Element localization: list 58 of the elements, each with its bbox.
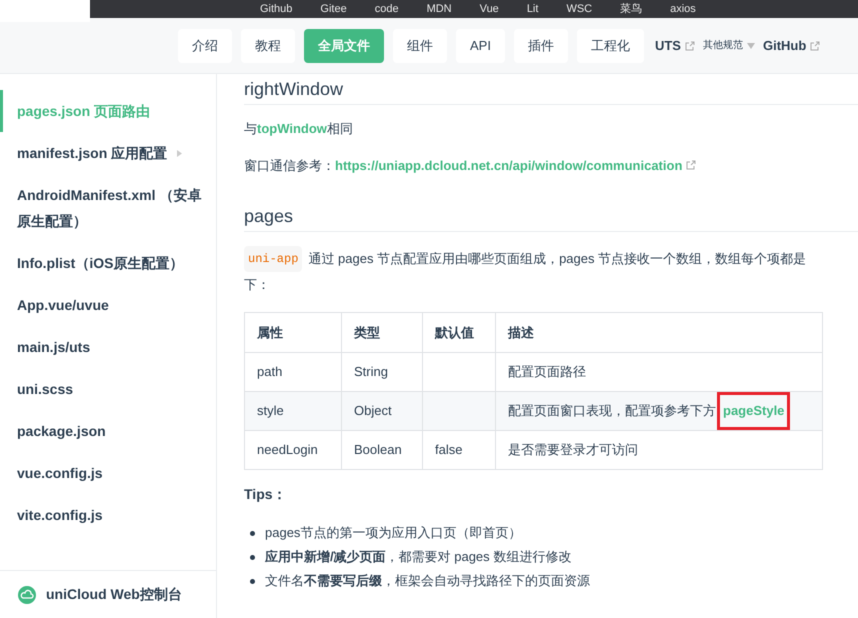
nav-link[interactable]: 其他规范 xyxy=(702,38,755,53)
nav-link[interactable]: UTS xyxy=(654,36,695,56)
table-cell: false xyxy=(422,430,496,470)
nav-tab[interactable]: 组件 xyxy=(393,28,447,62)
bullet-icon xyxy=(250,530,255,536)
section-heading: rightWindow xyxy=(244,74,858,105)
sidebar-item[interactable]: Info.plist（iOS原生配置） xyxy=(0,242,216,284)
column-header: 属性 xyxy=(244,312,342,352)
nav-tab[interactable]: 介绍 xyxy=(178,28,232,62)
section-heading: pages xyxy=(244,203,858,232)
list-item: 文件名不需要写后缀，框架会自动寻找路径下的页面资源 xyxy=(265,572,590,590)
cell-text: 配置页面窗口表现，配置项参考下方 xyxy=(508,402,716,420)
table-cell: needLogin xyxy=(244,430,342,470)
list-item: pages节点的第一项为应用入口页（即首页） xyxy=(265,524,522,542)
console-link[interactable]: uniCloud Web控制台 xyxy=(0,570,216,618)
table-cell: style xyxy=(244,392,342,430)
table-cell: Object xyxy=(342,392,422,430)
external-link-icon xyxy=(810,40,820,50)
external-link-icon xyxy=(684,40,695,50)
inline-code: uni-app xyxy=(244,246,302,272)
nav-tab[interactable]: 教程 xyxy=(241,28,295,62)
bookmark[interactable]: MDN xyxy=(426,4,452,14)
column-header: 描述 xyxy=(496,312,822,352)
table-cell: Boolean xyxy=(342,430,422,470)
bookmark[interactable]: Github xyxy=(260,4,292,14)
tips-title: Tips： xyxy=(244,485,287,504)
nav-link[interactable]: GitHub xyxy=(762,36,820,56)
cloud-icon xyxy=(18,586,36,604)
sidebar-item[interactable]: package.json xyxy=(0,410,216,452)
sidebar-item[interactable]: vite.config.js xyxy=(0,494,216,536)
list-item: 应用中新增/减少页面，都需要对 pages 数组进行修改 xyxy=(265,548,572,566)
bookmark[interactable]: Gitee xyxy=(320,4,347,14)
external-link-icon xyxy=(686,160,696,170)
table-cell: 是否需要登录才可访问 xyxy=(496,430,822,470)
sidebar-item[interactable]: uni.scss xyxy=(0,368,216,410)
sidebar-item[interactable]: manifest.json 应用配置 xyxy=(0,132,216,174)
bookmark[interactable]: axios xyxy=(670,4,696,14)
nav-tab[interactable]: 工程化 xyxy=(576,28,644,62)
bookmark[interactable]: WSC xyxy=(566,4,592,14)
bookmark[interactable]: 菜鸟 xyxy=(620,4,642,14)
paragraph: 与topWindow相同 xyxy=(244,120,354,138)
caret-icon xyxy=(746,42,755,48)
column-header: 默认值 xyxy=(422,312,496,352)
reference-label: 窗口通信参考： xyxy=(244,156,335,174)
paragraph: 通过 pages 节点配置应用由哪些页面组成，pages 节点接收一个数组，数组每个项都是 xyxy=(308,250,806,268)
bookmark[interactable]: Lit xyxy=(526,4,538,14)
bullet-icon xyxy=(250,578,255,584)
nav-tab[interactable]: API xyxy=(456,28,505,62)
paragraph: 下： xyxy=(244,276,270,294)
sidebar-item[interactable]: main.js/uts xyxy=(0,326,216,368)
bullet-icon xyxy=(250,554,255,560)
nav-tab[interactable]: 插件 xyxy=(514,28,568,62)
sidebar-item[interactable]: App.vue/uvue xyxy=(0,284,216,326)
column-header: 类型 xyxy=(342,312,422,352)
bookmark[interactable]: Vue xyxy=(480,4,499,14)
sidebar-item[interactable]: vue.config.js xyxy=(0,452,216,494)
sidebar-item[interactable]: AndroidManifest.xml （安卓原生配置） xyxy=(0,174,216,242)
bookmark[interactable]: code xyxy=(374,4,399,14)
